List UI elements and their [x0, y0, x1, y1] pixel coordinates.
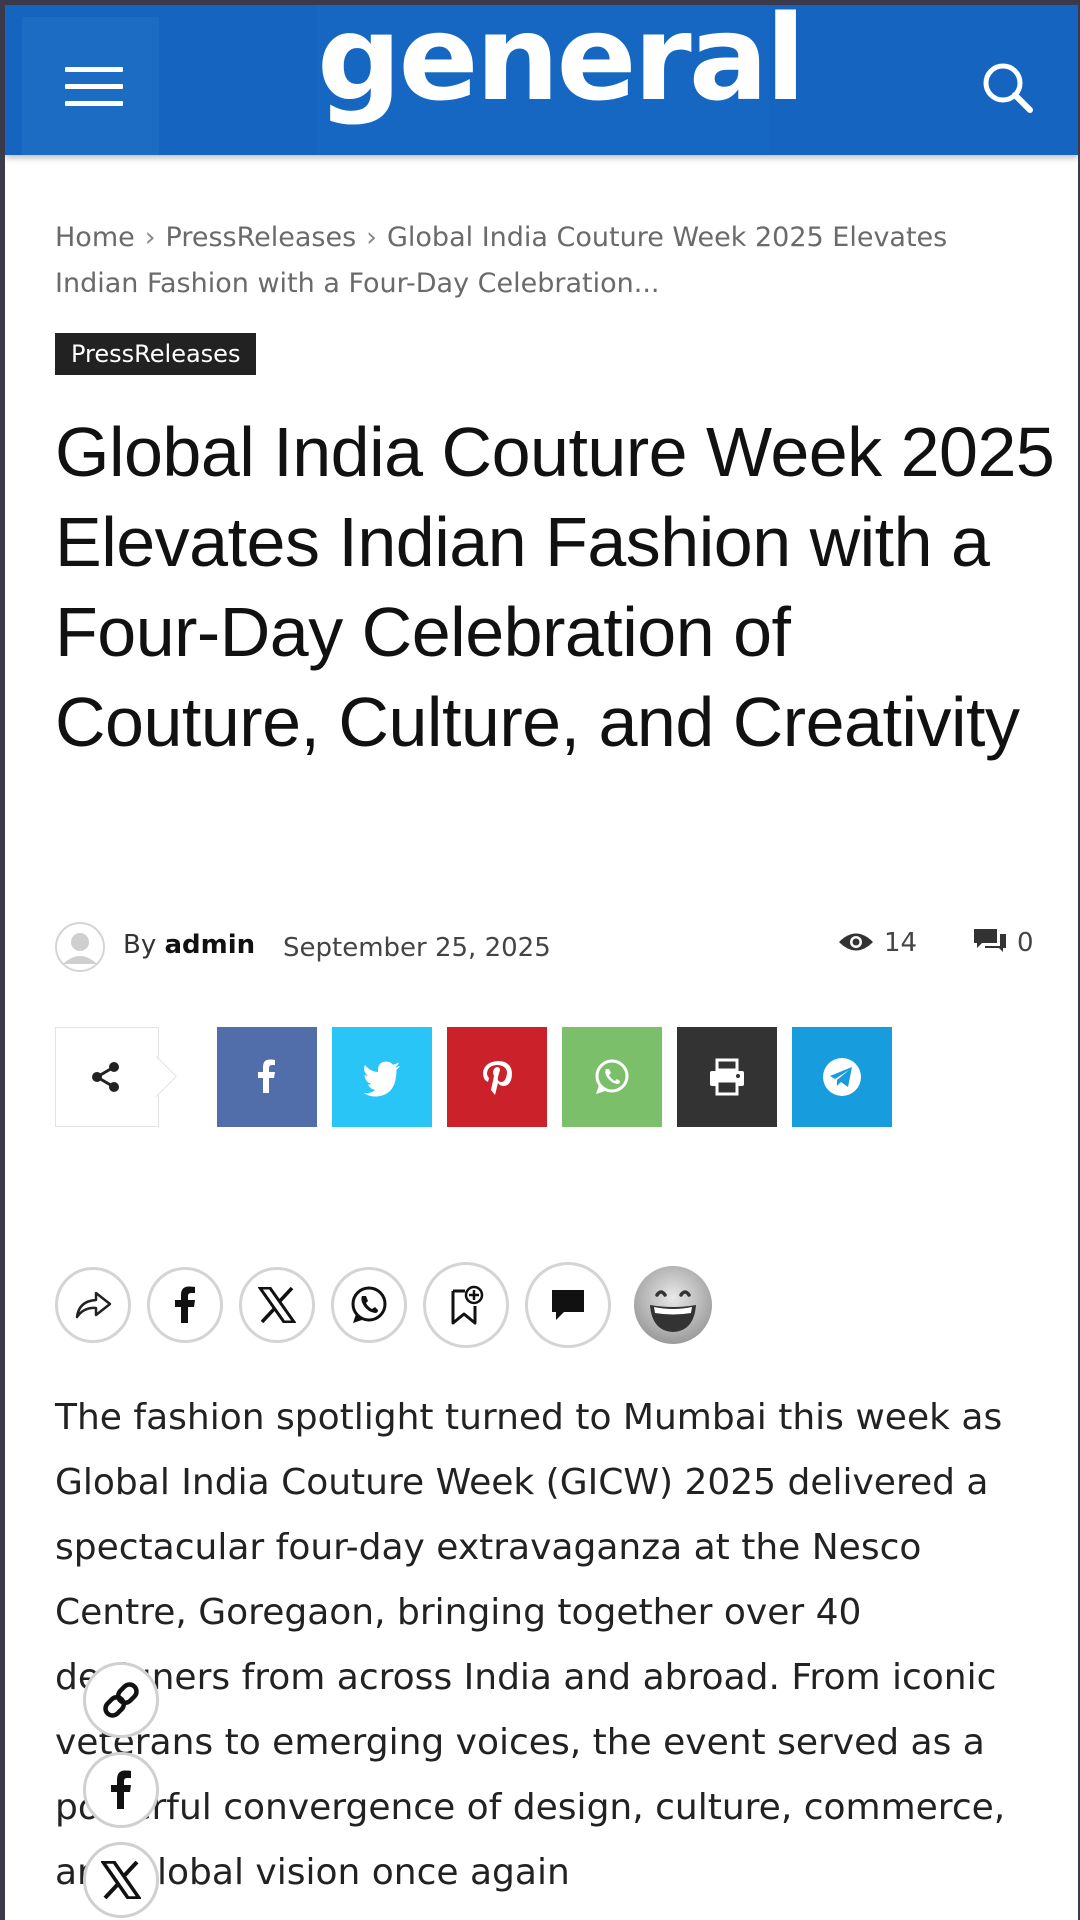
comment-icon — [552, 1290, 584, 1320]
whatsapp-icon — [595, 1059, 629, 1094]
page: general Home › PressReleases › Global India … — [5, 5, 1078, 1920]
user-icon — [55, 922, 105, 972]
breadcrumb-section[interactable]: PressReleases — [166, 222, 357, 253]
copy-link-button[interactable] — [83, 1662, 159, 1738]
facebook-share-button[interactable] — [147, 1267, 223, 1343]
print-button[interactable] — [677, 1027, 777, 1127]
site-logo: general — [317, 5, 806, 127]
share-twitter-button[interactable] — [332, 1027, 432, 1127]
share-bar — [55, 1027, 1055, 1127]
chevron-right-icon: › — [144, 222, 156, 253]
comment-count[interactable]: 0 — [973, 928, 1034, 958]
floating-facebook-button[interactable] — [83, 1752, 159, 1828]
menu-button[interactable] — [22, 17, 159, 155]
view-count-value: 14 — [884, 928, 918, 958]
whatsapp-icon — [351, 1286, 387, 1323]
facebook-icon — [111, 1770, 131, 1809]
share-pinterest-button[interactable] — [447, 1027, 547, 1127]
search-button[interactable] — [980, 60, 1036, 116]
comments-icon — [974, 929, 1006, 952]
breadcrumb-home[interactable]: Home — [55, 222, 135, 253]
telegram-icon — [823, 1058, 861, 1096]
whatsapp-share-button[interactable] — [331, 1267, 407, 1343]
emoji-reaction-icon — [634, 1266, 712, 1344]
logo-link[interactable]: general — [317, 5, 806, 155]
comment-count-value: 0 — [1017, 928, 1034, 958]
author-link[interactable]: admin — [165, 930, 256, 960]
share-facebook-button[interactable] — [217, 1027, 317, 1127]
site-header: general — [5, 5, 1078, 155]
facebook-icon — [258, 1059, 275, 1093]
twitter-icon — [363, 1061, 400, 1097]
reaction-button[interactable] — [633, 1265, 713, 1345]
share-more-button[interactable] — [55, 1267, 131, 1343]
eye-icon — [839, 933, 873, 951]
bookmark-icon — [451, 1285, 484, 1325]
article-meta: By admin September 25, 2025 14 0 — [55, 920, 1035, 980]
x-icon — [101, 1861, 141, 1899]
share-telegram-button[interactable] — [792, 1027, 892, 1127]
facebook-icon — [175, 1286, 195, 1323]
printer-icon — [710, 1058, 744, 1096]
hamburger-menu-icon — [65, 67, 123, 72]
comment-button[interactable] — [525, 1262, 611, 1348]
by-label: By — [123, 930, 157, 960]
category-tag[interactable]: PressReleases — [55, 333, 257, 375]
x-share-button[interactable] — [239, 1267, 315, 1343]
share-whatsapp-button[interactable] — [562, 1027, 662, 1127]
chevron-right-icon: › — [366, 222, 377, 253]
breadcrumb: Home › PressReleases › Global India Couture … — [55, 215, 1005, 307]
view-count: 14 — [838, 928, 917, 958]
circle-share-bar — [55, 1262, 1055, 1357]
author-avatar[interactable] — [55, 922, 105, 972]
article-body: The fashion spotlight turned to Mumbai t… — [55, 1397, 1006, 1893]
bookmark-button[interactable] — [423, 1262, 509, 1348]
pinterest-icon — [483, 1061, 512, 1095]
article-title: Global India Couture Week 2025 Elevates … — [55, 413, 1055, 761]
search-icon — [983, 63, 1033, 113]
floating-x-button[interactable] — [83, 1842, 159, 1918]
share-toggle[interactable] — [55, 1027, 178, 1127]
share-icon — [75, 1291, 112, 1319]
byline: By admin — [123, 930, 255, 960]
share-icon — [92, 1062, 119, 1092]
publish-date: September 25, 2025 — [283, 933, 551, 963]
link-icon — [103, 1682, 139, 1718]
x-icon — [258, 1287, 296, 1323]
